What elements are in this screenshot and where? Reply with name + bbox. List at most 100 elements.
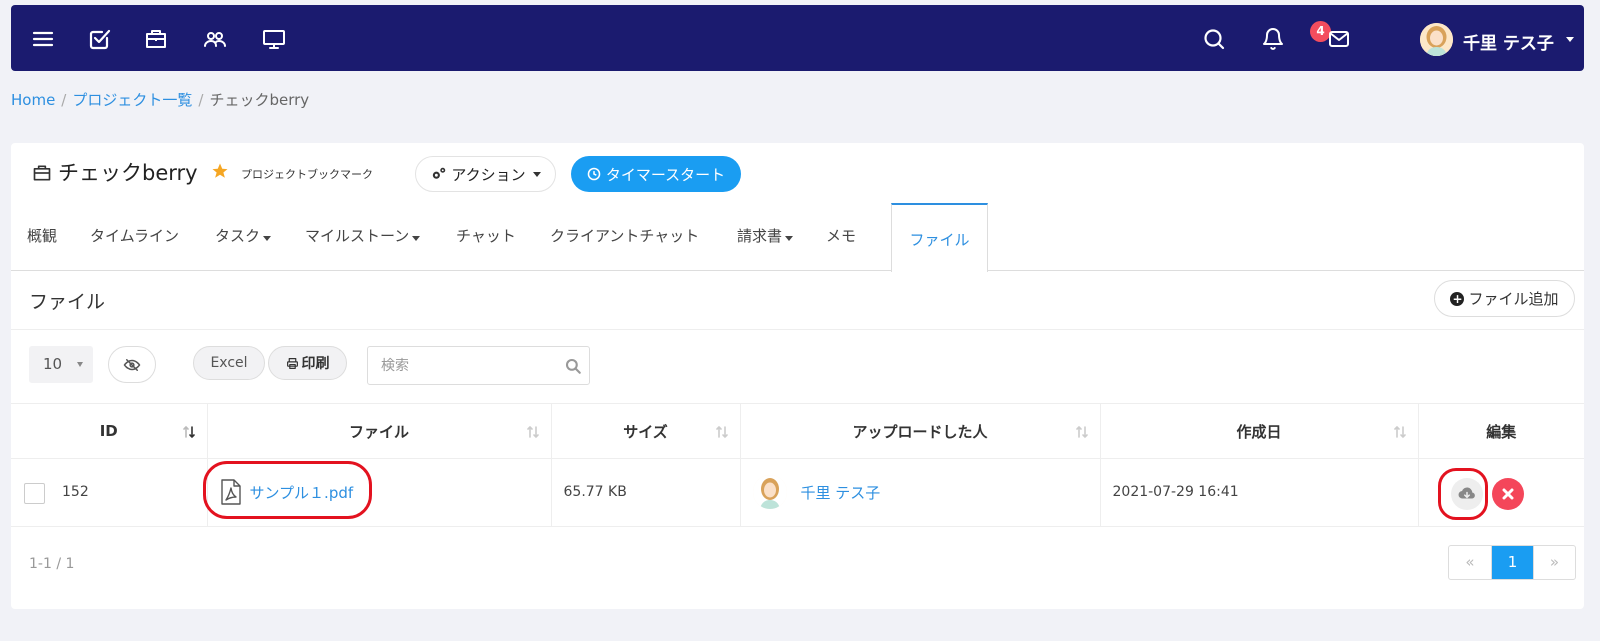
bell-icon[interactable]	[1261, 27, 1285, 51]
created-date: 2021-07-29 16:41	[1112, 484, 1239, 500]
page-size-value: 10	[43, 355, 63, 373]
star-icon[interactable]	[211, 162, 229, 180]
print-button[interactable]: 印刷	[268, 346, 347, 380]
mail-icon[interactable]	[1327, 27, 1351, 51]
tab-files-label: ファイル	[909, 231, 970, 249]
pagination-info: 1-1 / 1	[29, 556, 75, 572]
bookmark-label[interactable]: プロジェクトブックマーク	[241, 166, 373, 182]
print-label: 印刷	[301, 356, 330, 372]
sort-icon[interactable]	[1074, 424, 1090, 440]
briefcase-icon	[32, 163, 52, 183]
cell-id: 152	[11, 458, 208, 527]
pagination-next[interactable]: »	[1533, 546, 1575, 579]
file-name: サンプル１.pdf	[249, 483, 354, 502]
tab-invoice-label: 請求書	[737, 227, 783, 245]
chevron-down-icon	[532, 171, 541, 177]
breadcrumb-separator: /	[198, 91, 204, 109]
gears-icon	[433, 167, 446, 179]
menu-icon[interactable]	[31, 27, 55, 51]
column-header-created[interactable]: 作成日	[1100, 403, 1419, 459]
avatar	[752, 475, 787, 509]
tab-memo[interactable]: メモ	[826, 225, 856, 246]
files-table: ID ファイル サイズ アップロードした人 作成日 編集 152 サンプル１.p…	[11, 403, 1584, 527]
tab-milestones-label: マイルストーン	[305, 227, 410, 245]
table-header-row: ID ファイル サイズ アップロードした人 作成日 編集	[11, 403, 1584, 459]
row-checkbox[interactable]	[24, 483, 45, 504]
cell-file: サンプル１.pdf	[202, 458, 552, 527]
uploader-name: 千里 テス子	[800, 483, 881, 502]
column-header-created-label: 作成日	[1236, 422, 1282, 441]
close-icon	[1502, 488, 1513, 500]
tab-tasks-label: タスク	[215, 227, 261, 245]
uploader-link[interactable]: 千里 テス子	[752, 475, 881, 509]
column-header-id[interactable]: ID	[11, 403, 208, 459]
search-input[interactable]	[368, 347, 558, 384]
cell-size: 65.77 KB	[551, 458, 741, 527]
printer-icon	[286, 357, 298, 369]
divider	[11, 329, 1584, 330]
project-card: チェックberry プロジェクトブックマーク アクション タイマースタート 概観…	[11, 143, 1584, 609]
chevron-down-icon	[412, 236, 421, 241]
timer-label: タイマースタート	[605, 165, 726, 184]
tab-chat[interactable]: チャット	[456, 225, 516, 246]
file-size: 65.77 KB	[563, 484, 627, 500]
tab-overview[interactable]: 概観	[27, 225, 57, 246]
tab-invoice[interactable]: 請求書	[737, 225, 794, 246]
tab-client-chat[interactable]: クライアントチャット	[550, 225, 699, 246]
chevron-down-icon	[785, 236, 794, 241]
cell-edit	[1418, 458, 1584, 527]
column-header-uploader[interactable]: アップロードした人	[740, 403, 1101, 459]
eye-slash-icon	[123, 358, 141, 371]
breadcrumb-separator: /	[61, 91, 67, 109]
pagination-page-current[interactable]: 1	[1491, 546, 1533, 579]
timer-start-button[interactable]: タイマースタート	[571, 156, 741, 192]
sort-icon[interactable]	[1392, 424, 1408, 440]
user-name[interactable]: 千里 テス子	[1463, 29, 1554, 54]
sort-icon[interactable]	[714, 424, 730, 440]
excel-export-button[interactable]: Excel	[193, 346, 265, 380]
search-icon[interactable]	[564, 357, 582, 375]
chevron-down-icon	[263, 236, 272, 241]
file-link[interactable]: サンプル１.pdf	[220, 479, 354, 505]
row-id: 152	[62, 484, 89, 500]
column-header-uploader-label: アップロードした人	[852, 422, 988, 441]
tab-timeline[interactable]: タイムライン	[90, 225, 179, 246]
download-button[interactable]	[1450, 478, 1483, 510]
briefcase-icon[interactable]	[144, 27, 168, 51]
column-header-edit: 編集	[1418, 403, 1584, 459]
search-icon[interactable]	[1202, 27, 1226, 51]
breadcrumb-projects[interactable]: プロジェクト一覧	[72, 91, 192, 109]
users-icon[interactable]	[203, 27, 227, 51]
sort-desc-icon[interactable]	[181, 424, 197, 440]
pagination: « 1 »	[1448, 545, 1576, 580]
caret-down-icon	[77, 362, 83, 367]
sort-icon[interactable]	[525, 424, 541, 440]
cloud-download-icon	[1458, 487, 1475, 499]
pdf-file-icon	[220, 479, 241, 505]
monitor-icon[interactable]	[262, 27, 286, 51]
tab-files[interactable]: ファイル	[891, 203, 988, 272]
breadcrumb-current: チェックberry	[209, 91, 310, 109]
cell-created: 2021-07-29 16:41	[1100, 458, 1419, 527]
column-header-size[interactable]: サイズ	[551, 403, 741, 459]
breadcrumb: Home / プロジェクト一覧 / チェックberry	[11, 89, 309, 110]
user-avatar[interactable]	[1420, 23, 1453, 56]
column-visibility-button[interactable]	[108, 346, 156, 383]
page-size-select[interactable]: 10	[29, 346, 93, 383]
chevron-down-icon[interactable]	[1566, 37, 1574, 42]
checkbox-icon[interactable]	[87, 27, 111, 51]
clock-icon	[587, 167, 601, 181]
action-dropdown-button[interactable]: アクション	[415, 156, 556, 192]
column-header-id-label: ID	[99, 422, 118, 440]
tab-milestones[interactable]: マイルストーン	[305, 225, 421, 246]
delete-button[interactable]	[1491, 478, 1524, 510]
breadcrumb-home[interactable]: Home	[11, 91, 55, 109]
tab-tasks[interactable]: タスク	[215, 225, 272, 246]
column-header-size-label: サイズ	[623, 422, 668, 441]
add-file-button[interactable]: + ファイル追加	[1434, 280, 1575, 317]
table-row: 152 サンプル１.pdf 65.77 KB 千里 テス子 2021-07-29…	[11, 458, 1584, 527]
pagination-prev[interactable]: «	[1449, 546, 1491, 579]
top-navbar: 4 千里 テス子	[11, 5, 1584, 71]
cell-uploader: 千里 テス子	[740, 458, 1101, 527]
column-header-file[interactable]: ファイル	[207, 403, 552, 459]
